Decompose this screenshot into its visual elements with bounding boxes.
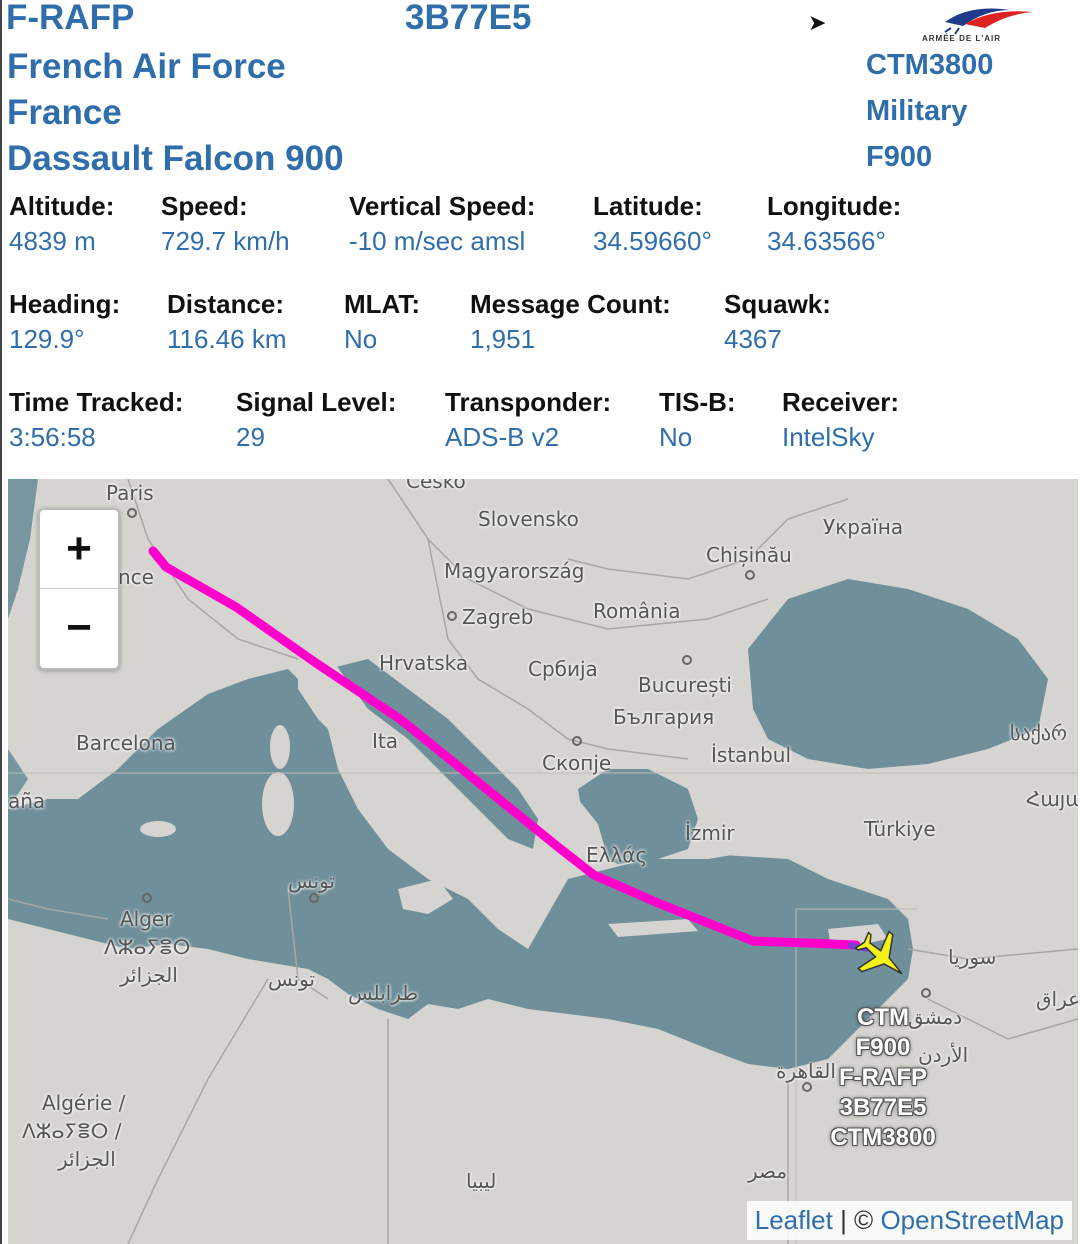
registration: F-RAFP [6,0,135,36]
callsign: CTM3800 [866,49,994,81]
zoom-in-button[interactable]: + [40,510,118,588]
distance-value: 116.46 km [167,324,287,354]
category: Military [866,95,968,127]
mlat-label: MLAT: [344,289,421,319]
place-syria: سوريا [948,945,997,969]
time-tracked-label: Time Tracked: [9,387,184,417]
place-zagreb: Zagreb [462,605,534,629]
speed-value: 729.7 km/h [161,226,290,256]
transponder-label: Transponder: [445,387,612,417]
country: France [7,93,122,132]
place-srbija: Србија [528,657,598,681]
place-barcelona: Barcelona [76,731,176,755]
place-georgia: საქარ [1010,721,1067,745]
latitude-label: Latitude: [593,191,703,221]
message-count-value: 1,951 [470,324,536,354]
altitude-value: 4839 m [9,226,96,256]
map-view[interactable]: Paris nce Česko Slovensko Україна Chișin… [8,479,1078,1244]
operator: French Air Force [7,47,286,86]
aircraft-type: Dassault Falcon 900 [7,139,344,178]
place-tunisia: تونس [268,967,315,991]
heading-label: Heading: [9,289,121,319]
place-alger-arabic: الجزائر [120,963,178,987]
hex-code: 3B77E5 [405,0,532,36]
time-tracked-value: 3:56:58 [9,422,96,452]
zoom-control: + − [38,508,120,670]
receiver-value: IntelSky [782,422,875,452]
place-ukraine: Україна [823,515,904,539]
leaflet-link[interactable]: Leaflet [755,1205,833,1235]
aircraft-label-callsign: CTM3800 [830,1124,936,1151]
atlantic-ocean [8,479,38,619]
place-bulgaria: България [613,705,715,729]
vertical-speed-value: -10 m/sec amsl [349,226,526,256]
type-code: F900 [866,141,933,173]
place-algerie-arabic: الجزائر [58,1147,116,1171]
place-libya: ليبيا [466,1169,497,1193]
distance-label: Distance: [167,289,285,319]
place-izmir: İzmir [685,821,735,845]
place-skopje: Скопје [542,751,612,775]
altitude-label: Altitude: [9,191,115,221]
mlat-value: No [344,324,378,354]
map-attribution: Leaflet | © OpenStreetMap [746,1201,1072,1240]
openstreetmap-link[interactable]: OpenStreetMap [880,1205,1064,1235]
place-istanbul: İstanbul [711,743,792,767]
speed-label: Speed: [161,191,248,221]
squawk-label: Squawk: [724,289,831,319]
logo-text: ARMÉE DE L'AIR [922,34,1002,43]
aircraft-label-type: F900 [855,1034,911,1061]
mouse-cursor-icon: ➤ [808,10,827,35]
transponder-value: ADS-B v2 [445,422,560,452]
place-france: nce [118,565,154,589]
longitude-label: Longitude: [767,191,902,221]
place-algerie: Algérie / [42,1091,126,1115]
heading-value: 129.9° [9,324,85,354]
signal-level-label: Signal Level: [236,387,397,417]
place-alger: Alger [120,907,173,931]
place-ellas: Ελλάς [586,843,648,867]
squawk-value: 4367 [724,324,782,354]
place-armenia: Հայա [1026,787,1078,811]
place-cesko: Česko [406,479,466,493]
vertical-speed-label: Vertical Speed: [349,191,536,221]
aircraft-label: CTM F900 F-RAFP 3B77E5 CTM3800 [808,1003,958,1153]
sardinia [262,772,294,836]
message-count-label: Message Count: [470,289,671,319]
aircraft-label-registration: F-RAFP [839,1064,927,1091]
aircraft-label-hex: 3B77E5 [839,1094,927,1121]
corsica [270,725,290,769]
signal-level-value: 29 [236,422,265,452]
place-chisinau: Chișinău [706,543,792,567]
place-turkiye: Türkiye [864,817,936,841]
longitude-value: 34.63566° [767,226,886,256]
place-hrvatska: Hrvatska [379,651,469,675]
place-algerie-tifinagh: ⴷⵣⴰⵢⴻⵔ / [22,1119,122,1143]
zoom-out-button[interactable]: − [40,589,118,667]
balearic-islands [140,821,176,837]
place-tripoli: طرابلس [348,981,419,1005]
attribution-separator: | © [832,1205,881,1235]
place-slovensko: Slovensko [478,507,579,531]
place-iraq: عراق [1036,987,1078,1011]
receiver-label: Receiver: [782,387,900,417]
place-egypt: مصر [748,1159,788,1183]
aircraft-label-callsign-short: CTM [857,1004,909,1031]
place-romania: România [593,599,681,623]
black-sea [748,579,1048,769]
place-paris: Paris [106,481,154,505]
place-italia: Ita [372,729,398,753]
place-tunis: تونس [288,869,335,893]
place-spain: aña [8,789,46,813]
tisb-value: No [659,422,693,452]
place-bucuresti: București [638,673,732,697]
tisb-label: TIS-B: [659,387,736,417]
latitude-value: 34.59660° [593,226,712,256]
place-magyarorszag: Magyarország [444,559,585,583]
left-border [0,0,2,1244]
place-alger-tifinagh: ⴷⵣⴰⵢⴻⵔ [104,935,191,959]
